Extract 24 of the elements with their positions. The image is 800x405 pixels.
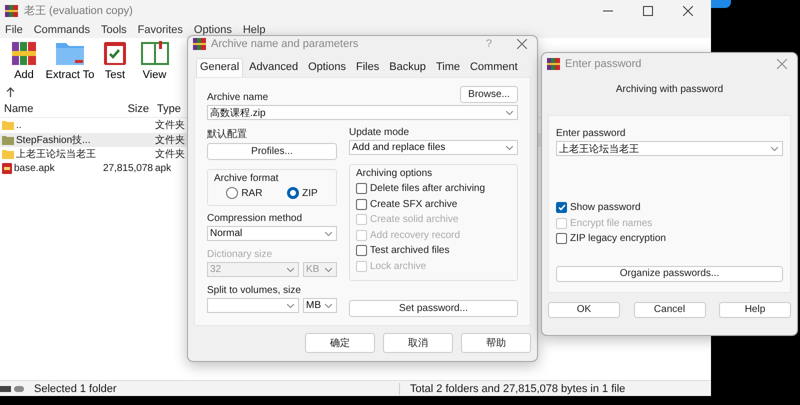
file-name: base.apk [0, 163, 100, 174]
dialog-title: Archive name and parameters [211, 38, 360, 50]
field-label: Archive name [207, 92, 268, 103]
group-label: Archive format [214, 173, 280, 184]
group-label: Archiving options [356, 168, 434, 179]
field-label: Enter password [556, 128, 626, 139]
dialog-title: Enter password [565, 58, 642, 70]
field-label: Compression method [207, 213, 304, 224]
field-label: Update mode [349, 127, 410, 138]
status-text: Selected 1 folder [30, 382, 400, 394]
file-name: StepFashion技... [0, 132, 100, 147]
field-label: Split to volumes, size [207, 285, 302, 296]
file-type: 文件夹 [154, 118, 186, 132]
file-name: .. [0, 120, 100, 131]
file-type: apk [154, 163, 172, 174]
file-type: 文件夹 [154, 148, 186, 162]
dialog-heading: Archiving with password [614, 83, 724, 97]
file-type: 文件夹 [154, 134, 186, 147]
field-label: Dictionary size [207, 249, 274, 260]
window-title: 老王 (evaluation copy) [24, 4, 134, 18]
file-name: 上老王论坛当老王 [0, 147, 100, 162]
field-label: 默认配置 [207, 128, 248, 141]
status-text: Total 2 folders and 27,815,078 bytes in 1 file [409, 382, 626, 394]
file-size: 27,815,078 [102, 163, 153, 174]
